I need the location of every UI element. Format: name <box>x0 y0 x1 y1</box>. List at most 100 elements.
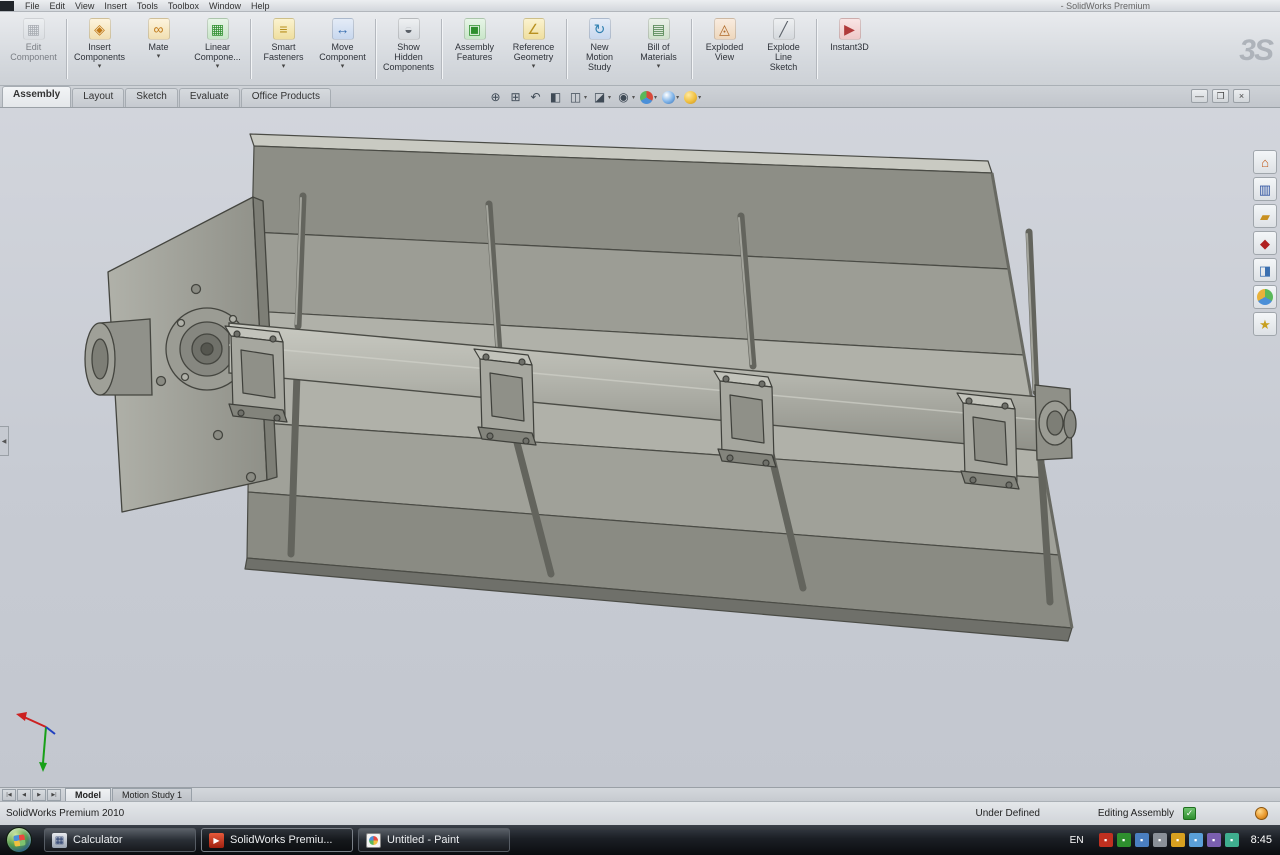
ribbon-button-assembly-features[interactable]: AssemblyFeatures <box>445 14 504 84</box>
quick-tips-icon[interactable] <box>1255 807 1268 820</box>
tray-network-icon[interactable]: ▪ <box>1135 833 1149 847</box>
dropdown-caret-icon[interactable]: ▾ <box>341 63 345 71</box>
dropdown-caret-icon[interactable]: ▾ <box>654 94 657 101</box>
appearances-scenes-button[interactable] <box>1253 285 1277 309</box>
ribbon-button-new-motion-study[interactable]: NewMotionStudy <box>570 14 629 84</box>
menu-insert[interactable]: Insert <box>99 1 132 11</box>
tab-assembly[interactable]: Assembly <box>2 86 71 107</box>
menu-help[interactable]: Help <box>246 1 275 11</box>
app-icon[interactable] <box>0 1 14 11</box>
minimize-button[interactable]: — <box>1191 89 1208 103</box>
dropdown-caret-icon[interactable]: ▾ <box>282 63 286 71</box>
zoom-to-area-button[interactable] <box>507 88 524 106</box>
command-tabs: AssemblyLayoutSketchEvaluateOffice Produ… <box>2 86 332 107</box>
ribbon-button-insert-components[interactable]: InsertComponents▾ <box>70 14 129 84</box>
dropdown-caret-icon[interactable]: ▾ <box>657 63 661 71</box>
tab-office-products[interactable]: Office Products <box>241 88 331 107</box>
solidworks-resources-button[interactable] <box>1253 150 1277 174</box>
dropdown-caret-icon[interactable]: ▾ <box>676 94 679 101</box>
custom-properties-button[interactable] <box>1253 312 1277 336</box>
design-library-button[interactable] <box>1253 177 1277 201</box>
menu-edit[interactable]: Edit <box>45 1 71 11</box>
ribbon-button-smart-fasteners[interactable]: SmartFasteners▾ <box>254 14 313 84</box>
last-tab-button[interactable]: ▶| <box>47 789 61 801</box>
ribbon-button-label: Components <box>383 62 434 72</box>
tray-usb-icon[interactable]: ▪ <box>1225 833 1239 847</box>
graphics-area[interactable]: ◀ <box>0 108 1280 787</box>
menu-view[interactable]: View <box>70 1 99 11</box>
menu-bar: FileEditViewInsertToolsToolboxWindowHelp… <box>0 0 1280 12</box>
close-button[interactable]: × <box>1233 89 1250 103</box>
ribbon-button-exploded-view[interactable]: ExplodedView <box>695 14 754 84</box>
display-style-button[interactable]: ▾ <box>591 88 612 106</box>
tray-solidworks-icon[interactable]: ▪ <box>1099 833 1113 847</box>
ribbon-button-label: Hidden <box>394 52 423 62</box>
view-settings-button[interactable]: ▾ <box>683 88 702 106</box>
previous-view-button[interactable] <box>527 88 544 106</box>
section-view-button[interactable] <box>547 88 564 106</box>
taskbar-button-solidworks[interactable]: SolidWorks Premiu... <box>201 828 353 852</box>
menu-tools[interactable]: Tools <box>132 1 163 11</box>
tray-display-icon[interactable]: ▪ <box>1171 833 1185 847</box>
ribbon-button-bill-of-materials[interactable]: Bill ofMaterials▾ <box>629 14 688 84</box>
previous-tab-button[interactable]: ◀ <box>17 789 31 801</box>
status-check-icon[interactable]: ✓ <box>1183 807 1196 820</box>
view-palette-button[interactable] <box>1253 258 1277 282</box>
dropdown-caret-icon[interactable]: ▾ <box>98 63 102 71</box>
ribbon-button-instant3d[interactable]: Instant3D <box>820 14 879 84</box>
toolbox-button[interactable] <box>1253 231 1277 255</box>
ribbon-button-explode-line-sketch[interactable]: ExplodeLineSketch <box>754 14 813 84</box>
explode-line-sketch-icon <box>773 18 795 40</box>
tray-power-icon[interactable]: ▪ <box>1207 833 1221 847</box>
ribbon-button-linear-component-pattern[interactable]: LinearCompone...▾ <box>188 14 247 84</box>
first-tab-button[interactable]: |◀ <box>2 789 16 801</box>
ribbon-button-show-hidden-components[interactable]: ShowHiddenComponents <box>379 14 438 84</box>
ribbon-button-edit-component[interactable]: EditComponent <box>4 14 63 84</box>
tab-sketch[interactable]: Sketch <box>125 88 178 107</box>
new-motion-study-icon <box>589 18 611 40</box>
language-indicator[interactable]: EN <box>1065 832 1089 849</box>
taskbar-button-calculator[interactable]: Calculator <box>44 828 196 852</box>
start-button[interactable] <box>6 827 32 853</box>
dropdown-caret-icon[interactable]: ▾ <box>632 94 635 101</box>
ribbon-button-mate[interactable]: Mate▾ <box>129 14 188 84</box>
apply-scene-button[interactable]: ▾ <box>661 88 680 106</box>
dropdown-caret-icon[interactable]: ▾ <box>216 63 220 71</box>
taskbar-clock[interactable]: 8:45 <box>1251 834 1272 846</box>
menu-file[interactable]: File <box>20 1 45 11</box>
edit-appearance-button[interactable]: ▾ <box>639 88 658 106</box>
taskbar-button-label: Untitled - Paint <box>387 834 459 846</box>
ribbon-button-move-component[interactable]: MoveComponent▾ <box>313 14 372 84</box>
restore-button[interactable]: ❐ <box>1212 89 1229 103</box>
tray-sync-icon[interactable]: ▪ <box>1189 833 1203 847</box>
view-orientation-button[interactable]: ▾ <box>567 88 588 106</box>
menu-window[interactable]: Window <box>204 1 246 11</box>
hide-show-items-button[interactable]: ▾ <box>615 88 636 106</box>
dropdown-caret-icon[interactable]: ▾ <box>157 53 161 61</box>
collapse-panel-arrow-icon[interactable]: ◀ <box>0 426 9 456</box>
menu-toolbox[interactable]: Toolbox <box>163 1 204 11</box>
bottom-tab-model[interactable]: Model <box>65 788 111 801</box>
dropdown-caret-icon[interactable]: ▾ <box>584 94 587 101</box>
dropdown-caret-icon[interactable]: ▾ <box>698 94 701 101</box>
smart-fasteners-icon <box>273 18 295 40</box>
ribbon-button-reference-geometry[interactable]: ReferenceGeometry▾ <box>504 14 563 84</box>
tab-nav-buttons: |◀◀▶▶| <box>2 789 62 801</box>
next-tab-button[interactable]: ▶ <box>32 789 46 801</box>
file-explorer-button[interactable] <box>1253 204 1277 228</box>
design-library-icon <box>1257 181 1273 197</box>
dropdown-caret-icon[interactable]: ▾ <box>532 63 536 71</box>
dropdown-caret-icon[interactable]: ▾ <box>608 94 611 101</box>
tab-evaluate[interactable]: Evaluate <box>179 88 240 107</box>
taskbar-button-paint[interactable]: Untitled - Paint <box>358 828 510 852</box>
zoom-to-fit-button[interactable] <box>487 88 504 106</box>
ribbon-divider <box>691 19 692 79</box>
tab-layout[interactable]: Layout <box>72 88 124 107</box>
bottom-tab-motion-study-1[interactable]: Motion Study 1 <box>112 788 192 801</box>
tray-volume-icon[interactable]: ▪ <box>1153 833 1167 847</box>
bill-of-materials-icon <box>648 18 670 40</box>
editing-mode: Editing Assembly <box>1098 808 1174 819</box>
tray-security-icon[interactable]: ▪ <box>1117 833 1131 847</box>
view-palette-icon <box>1257 262 1273 278</box>
appearances-scenes-icon <box>1257 289 1273 305</box>
